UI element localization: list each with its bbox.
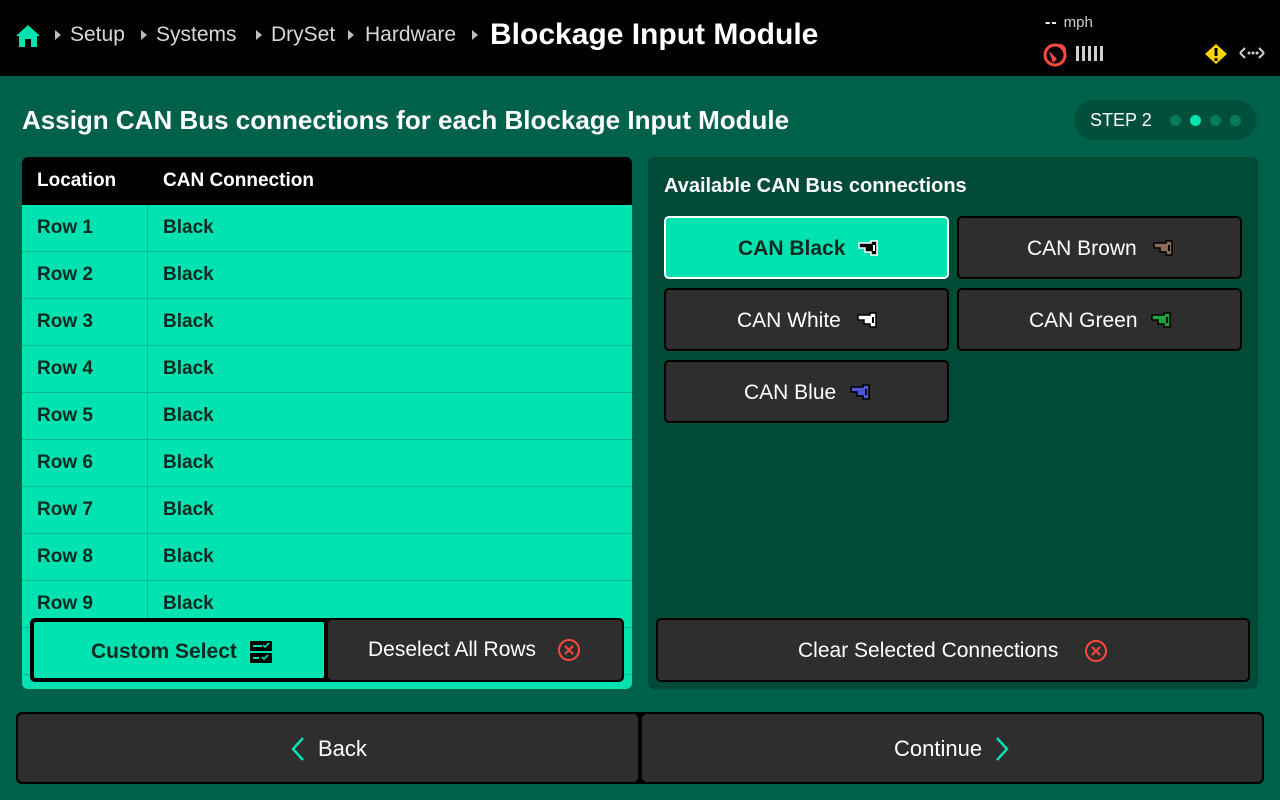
close-circle-icon [1085, 640, 1107, 662]
can-connector-icon [858, 240, 878, 256]
can-brown-label: CAN Brown [1027, 237, 1137, 260]
table-header: Location CAN Connection [22, 157, 632, 205]
step-dot-4 [1230, 115, 1241, 126]
step-label: STEP 2 [1090, 110, 1152, 130]
table-row[interactable]: Row 3 Black [22, 299, 632, 346]
table-row[interactable]: Row 5 Black [22, 393, 632, 440]
breadcrumb-systems[interactable]: Systems [156, 22, 237, 48]
can-white-label: CAN White [737, 309, 841, 332]
can-bus-panel: Available CAN Bus connections CAN Black … [648, 157, 1258, 689]
breadcrumb-separator-icon [55, 30, 61, 40]
can-green-label: CAN Green [1029, 309, 1138, 332]
row-connection: Black [163, 358, 214, 379]
speed-readout: -- mph [1045, 14, 1093, 32]
step-dot-2 [1190, 115, 1201, 126]
continue-label: Continue [894, 736, 983, 761]
back-button[interactable]: Back [18, 714, 638, 782]
row-location: Row 4 [37, 358, 93, 379]
table-row[interactable]: Row 2 Black [22, 252, 632, 299]
can-black-label: CAN Black [738, 237, 846, 260]
warning-icon[interactable] [1204, 43, 1228, 65]
breadcrumb-separator-icon [141, 30, 147, 40]
can-brown-button[interactable]: CAN Brown [957, 216, 1242, 279]
table-row[interactable]: Row 7 Black [22, 487, 632, 534]
can-connector-icon [857, 312, 877, 328]
row-connection: Black [163, 546, 214, 567]
bottom-navigation: Back Continue [16, 712, 1264, 784]
row-connection: Black [163, 264, 214, 285]
can-bus-panel-title: Available CAN Bus connections [664, 175, 967, 197]
clear-selected-connections-label: Clear Selected Connections [798, 639, 1059, 662]
row-connection: Black [163, 217, 214, 238]
step-indicator: STEP 2 [1074, 100, 1257, 140]
row-location: Row 1 [37, 217, 93, 238]
row-location: Row 7 [37, 499, 93, 520]
table-row[interactable]: Row 1 Black [22, 205, 632, 252]
row-location: Row 3 [37, 311, 93, 332]
breadcrumb-hardware[interactable]: Hardware [365, 22, 456, 48]
custom-select-icon [250, 641, 272, 663]
clear-selected-connections-button[interactable]: Clear Selected Connections [656, 618, 1250, 682]
can-black-button[interactable]: CAN Black [664, 216, 949, 279]
can-connector-icon [1153, 240, 1173, 256]
signal-bars-icon [1076, 46, 1106, 66]
close-circle-icon [558, 639, 580, 661]
back-label: Back [318, 736, 367, 761]
table-action-bar: Custom Select Deselect All Rows [30, 618, 624, 682]
row-location: Row 9 [37, 593, 93, 614]
row-location: Row 2 [37, 264, 93, 285]
gps-signal-icon [1043, 43, 1067, 67]
row-connection: Black [163, 452, 214, 473]
row-location: Row 8 [37, 546, 93, 567]
breadcrumb-separator-icon [256, 30, 262, 40]
breadcrumb-setup[interactable]: Setup [70, 22, 125, 48]
connection-status-icon[interactable] [1238, 45, 1266, 61]
row-connection: Black [163, 593, 214, 614]
step-dot-3 [1210, 115, 1221, 126]
home-icon[interactable] [14, 22, 42, 50]
step-dot-1 [1170, 115, 1181, 126]
column-header-can-connection: CAN Connection [163, 170, 314, 191]
breadcrumb-dryset[interactable]: DrySet [271, 22, 335, 48]
row-location: Row 6 [37, 452, 93, 473]
chevron-right-icon [996, 737, 1009, 761]
custom-select-label: Custom Select [91, 640, 237, 663]
assignment-table: Location CAN Connection Row 1 Black Row 2… [22, 157, 632, 689]
can-green-button[interactable]: CAN Green [957, 288, 1242, 351]
custom-select-button[interactable]: Custom Select [32, 620, 326, 680]
row-connection: Black [163, 499, 214, 520]
speed-unit: mph [1063, 14, 1093, 31]
speed-value: -- [1045, 14, 1058, 31]
chevron-left-icon [291, 737, 304, 761]
table-row[interactable]: Row 8 Black [22, 534, 632, 581]
row-connection: Black [163, 311, 214, 332]
section-heading: Assign CAN Bus connections for each Bloc… [22, 105, 790, 135]
can-white-button[interactable]: CAN White [664, 288, 949, 351]
deselect-all-rows-button[interactable]: Deselect All Rows [328, 620, 622, 680]
top-bar: Setup Systems DrySet Hardware Blockage I… [0, 0, 1280, 76]
column-header-location: Location [37, 170, 117, 191]
can-blue-label: CAN Blue [744, 381, 837, 404]
breadcrumb-separator-icon [472, 30, 478, 40]
table-row[interactable]: Row 6 Black [22, 440, 632, 487]
deselect-all-rows-label: Deselect All Rows [368, 638, 537, 661]
continue-button[interactable]: Continue [642, 714, 1262, 782]
can-connector-icon [850, 384, 870, 400]
page-title: Blockage Input Module [490, 18, 819, 51]
breadcrumb-separator-icon [348, 30, 354, 40]
row-location: Row 5 [37, 405, 93, 426]
can-connector-icon [1151, 312, 1171, 328]
row-connection: Black [163, 405, 214, 426]
table-row[interactable]: Row 4 Black [22, 346, 632, 393]
can-blue-button[interactable]: CAN Blue [664, 360, 949, 423]
